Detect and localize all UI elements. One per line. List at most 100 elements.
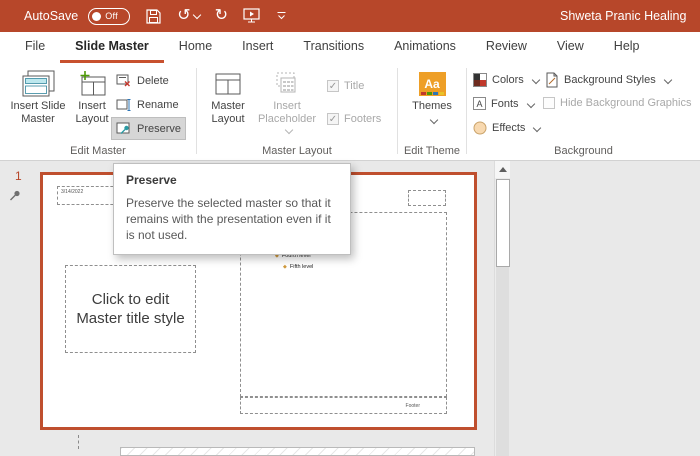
fonts-button[interactable]: A Fonts xyxy=(469,93,538,114)
insert-slide-master-label: Insert Slide xyxy=(10,100,65,113)
effects-icon xyxy=(473,121,487,135)
tab-slide-master[interactable]: Slide Master xyxy=(60,32,164,63)
master-layout-label: Master xyxy=(211,100,245,113)
tab-file[interactable]: File xyxy=(10,32,60,63)
insert-slide-master-button[interactable]: Insert Slide Master xyxy=(6,68,70,126)
themes-label: Themes xyxy=(412,100,452,113)
colors-label: Colors xyxy=(492,74,524,86)
layout-thumbnail[interactable] xyxy=(120,447,475,456)
group-edit-master: Insert Slide Master Insert Layout xyxy=(0,63,196,160)
checkbox-checked-icon: ✓ xyxy=(327,113,339,125)
master-layout-group-label: Master Layout xyxy=(197,145,397,157)
checkbox-unchecked-icon xyxy=(543,97,555,109)
tab-view[interactable]: View xyxy=(542,32,599,63)
more-commands-icon xyxy=(276,11,287,21)
tooltip-title: Preserve xyxy=(126,173,338,187)
autosave-toggle[interactable]: Off xyxy=(88,8,130,25)
fonts-icon: A xyxy=(473,97,486,110)
group-master-layout: Master Layout Insert Plac xyxy=(197,63,397,160)
preserve-label: Preserve xyxy=(137,123,181,135)
background-styles-label: Background Styles xyxy=(564,74,656,86)
powerpoint-window: AutoSave Off ↺ ↻ xyxy=(0,0,700,456)
bullet-icon xyxy=(283,264,287,270)
up-arrow-icon xyxy=(499,167,507,172)
scrollbar-thumb[interactable] xyxy=(496,179,510,267)
tab-transitions[interactable]: Transitions xyxy=(288,32,379,63)
tab-review[interactable]: Review xyxy=(471,32,542,63)
undo-button[interactable]: ↺ xyxy=(177,0,199,32)
pin-icon xyxy=(8,189,22,208)
document-title: Shweta Pranic Healing xyxy=(560,0,686,32)
redo-icon: ↻ xyxy=(215,8,228,24)
redo-button[interactable]: ↻ xyxy=(215,0,228,32)
undo-dropdown-icon xyxy=(192,11,200,19)
delete-icon xyxy=(116,74,132,88)
master-layout-button[interactable]: Master Layout xyxy=(203,68,253,126)
footers-checkbox[interactable]: ✓ Footers xyxy=(327,111,381,127)
footer-label: Footer xyxy=(406,403,420,409)
slideshow-icon xyxy=(243,8,261,24)
colors-button[interactable]: Colors xyxy=(469,69,543,90)
autosave-label: AutoSave xyxy=(24,9,78,23)
preserve-button[interactable]: Preserve xyxy=(112,118,185,139)
insert-layout-button[interactable]: Insert Layout xyxy=(70,68,114,126)
tab-insert[interactable]: Insert xyxy=(227,32,288,63)
title-checkbox-label: Title xyxy=(344,80,364,92)
chevron-down-icon xyxy=(526,99,534,107)
chevron-down-icon xyxy=(532,75,540,83)
footers-checkbox-label: Footers xyxy=(344,113,381,125)
ribbon-tab-bar: File Slide Master Home Insert Transition… xyxy=(0,32,700,63)
title-checkbox[interactable]: ✓ Title xyxy=(327,78,364,94)
themes-button[interactable]: Aa Themes xyxy=(406,68,458,123)
layout-connector-line xyxy=(78,435,79,449)
insert-placeholder-button[interactable]: Insert Placeholder xyxy=(253,68,321,139)
slide-number: 1 xyxy=(15,169,22,183)
themes-icon: Aa xyxy=(419,72,446,96)
ribbon: Insert Slide Master Insert Layout xyxy=(0,63,700,161)
footer-placeholder[interactable]: Footer xyxy=(240,397,447,414)
tab-help[interactable]: Help xyxy=(599,32,655,63)
checkbox-checked-icon: ✓ xyxy=(327,80,339,92)
title-bar: AutoSave Off ↺ ↻ xyxy=(0,0,700,32)
chevron-down-icon xyxy=(663,75,671,83)
scrollbar-track[interactable] xyxy=(496,267,509,456)
insert-placeholder-icon xyxy=(275,72,299,96)
slide-number-placeholder[interactable] xyxy=(408,190,446,206)
chevron-down-icon xyxy=(285,126,293,134)
edit-master-group-label: Edit Master xyxy=(0,145,196,157)
fonts-label: Fonts xyxy=(491,98,519,110)
background-group-label: Background xyxy=(467,145,700,157)
background-styles-button[interactable]: Background Styles xyxy=(541,69,675,90)
delete-button[interactable]: Delete xyxy=(112,70,173,91)
preserve-tooltip: Preserve Preserve the selected master so… xyxy=(113,163,351,255)
group-edit-theme: Aa Themes Edit Theme xyxy=(398,63,466,160)
save-button[interactable] xyxy=(145,0,162,32)
edit-theme-group-label: Edit Theme xyxy=(398,145,466,157)
toggle-knob-icon xyxy=(92,12,101,21)
slideshow-button[interactable] xyxy=(243,0,261,32)
insert-placeholder-label: Insert xyxy=(273,100,301,113)
save-icon xyxy=(145,8,162,25)
fifth-level-line: Fifth level xyxy=(290,264,314,270)
chevron-down-icon xyxy=(430,116,438,124)
rename-button[interactable]: Rename xyxy=(112,94,183,115)
group-background: Colors A Fonts Effects xyxy=(467,63,700,160)
effects-button[interactable]: Effects xyxy=(469,117,544,138)
chevron-down-icon xyxy=(533,123,541,131)
rename-label: Rename xyxy=(137,99,179,111)
scroll-up-button[interactable] xyxy=(495,161,510,178)
background-styles-icon xyxy=(545,72,559,88)
tab-animations[interactable]: Animations xyxy=(379,32,471,63)
title-placeholder[interactable]: Click to edit Master title style xyxy=(65,265,196,353)
hide-background-graphics-checkbox[interactable]: Hide Background Graphics xyxy=(543,95,691,111)
tab-home[interactable]: Home xyxy=(164,32,227,63)
effects-label: Effects xyxy=(492,122,525,134)
insert-slide-master-icon xyxy=(21,69,55,99)
colors-icon xyxy=(473,73,487,87)
insert-layout-icon xyxy=(77,70,107,98)
vertical-scrollbar[interactable] xyxy=(494,161,509,456)
rename-icon xyxy=(116,98,132,112)
master-layout-icon xyxy=(213,70,243,98)
customize-qat-button[interactable] xyxy=(276,0,287,32)
insert-layout-label: Insert xyxy=(78,100,106,113)
